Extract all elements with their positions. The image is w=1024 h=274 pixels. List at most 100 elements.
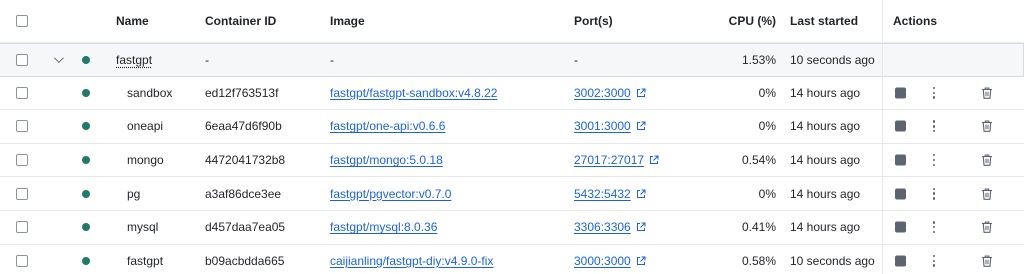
group-image: - — [330, 52, 334, 67]
container-id: ed12f763513f — [205, 85, 279, 100]
stop-icon[interactable] — [895, 120, 906, 132]
table-row[interactable]: sandbox ed12f763513f fastgpt/fastgpt-san… — [0, 76, 1024, 111]
select-all-checkbox[interactable] — [16, 0, 32, 42]
external-link-icon[interactable] — [636, 222, 646, 232]
container-name[interactable]: fastgpt — [127, 245, 207, 274]
row-actions — [882, 76, 1024, 110]
trash-icon[interactable] — [981, 187, 993, 200]
port-link[interactable]: 27017:27017 — [574, 144, 714, 177]
running-status-dot — [82, 77, 92, 110]
more-options-icon[interactable] — [932, 120, 936, 133]
table-header: Name Container ID Image Port(s) CPU (%) … — [0, 0, 1024, 43]
image-link[interactable]: caijianling/fastgpt-diy:v4.9.0-fix — [330, 245, 570, 274]
external-link-icon[interactable] — [649, 155, 659, 165]
last-started: 14 hours ago — [790, 153, 861, 168]
image-link[interactable]: fastgpt/mongo:5.0.18 — [330, 144, 570, 177]
container-id: 4472041732b8 — [205, 153, 286, 168]
table-row[interactable]: fastgpt b09acbdda665 caijianling/fastgpt… — [0, 244, 1024, 274]
row-checkbox[interactable] — [16, 77, 32, 110]
container-name[interactable]: mysql — [127, 211, 207, 244]
chevron-down-icon[interactable] — [50, 44, 64, 76]
external-link-icon[interactable] — [636, 256, 646, 266]
compose-group-row[interactable]: fastgpt - - - 1.53% 10 seconds ago — [0, 43, 1024, 77]
running-status-dot — [82, 177, 92, 210]
more-options-icon[interactable] — [932, 86, 936, 99]
trash-icon[interactable] — [981, 154, 993, 167]
row-checkbox[interactable] — [16, 245, 32, 274]
container-name[interactable]: mongo — [127, 144, 207, 177]
column-name[interactable]: Name — [116, 0, 196, 42]
column-last-started[interactable]: Last started — [790, 0, 880, 42]
trash-icon[interactable] — [981, 120, 993, 133]
column-ports[interactable]: Port(s) — [574, 0, 714, 42]
image-link[interactable]: fastgpt/mysql:8.0.36 — [330, 211, 570, 244]
row-checkbox[interactable] — [16, 110, 32, 143]
stop-icon[interactable] — [895, 87, 906, 99]
column-cpu[interactable]: CPU (%) — [712, 0, 776, 42]
group-container-id: - — [205, 52, 209, 67]
running-status-dot — [82, 110, 92, 143]
more-options-icon[interactable] — [932, 221, 936, 234]
trash-icon[interactable] — [981, 221, 993, 234]
running-status-dot — [82, 44, 92, 76]
more-options-icon[interactable] — [932, 254, 936, 267]
trash-icon[interactable] — [981, 86, 993, 99]
image-link[interactable]: fastgpt/pgvector:v0.7.0 — [330, 177, 570, 210]
table-row[interactable]: oneapi 6eaa47d6f90b fastgpt/one-api:v0.6… — [0, 110, 1024, 144]
cpu-usage: 0% — [758, 85, 776, 100]
row-checkbox[interactable] — [16, 211, 32, 244]
cpu-usage: 0% — [758, 186, 776, 201]
table-row[interactable]: mongo 4472041732b8 fastgpt/mongo:5.0.18 … — [0, 143, 1024, 178]
stop-icon[interactable] — [895, 255, 906, 267]
container-rows: sandbox ed12f763513f fastgpt/fastgpt-san… — [0, 76, 1024, 274]
running-status-dot — [82, 245, 92, 274]
row-actions — [882, 177, 1024, 210]
group-name[interactable]: fastgpt — [116, 44, 196, 76]
group-cpu: 1.53% — [741, 52, 776, 67]
container-id: d457daa7ea05 — [205, 220, 286, 235]
column-container-id[interactable]: Container ID — [205, 0, 320, 42]
last-started: 14 hours ago — [790, 186, 861, 201]
row-checkbox[interactable] — [16, 44, 32, 76]
group-ports: - — [574, 52, 578, 67]
image-link[interactable]: fastgpt/fastgpt-sandbox:v4.8.22 — [330, 77, 570, 110]
external-link-icon[interactable] — [636, 121, 646, 131]
column-image[interactable]: Image — [330, 0, 570, 42]
image-link[interactable]: fastgpt/one-api:v0.6.6 — [330, 110, 570, 143]
more-options-icon[interactable] — [932, 187, 936, 200]
running-status-dot — [82, 211, 92, 244]
row-actions — [882, 143, 1024, 177]
cpu-usage: 0.54% — [741, 153, 776, 168]
more-options-icon[interactable] — [932, 154, 936, 167]
cpu-usage: 0.41% — [741, 220, 776, 235]
stop-icon[interactable] — [895, 188, 906, 200]
stop-icon[interactable] — [895, 221, 906, 233]
port-link[interactable]: 3306:3306 — [574, 211, 714, 244]
last-started: 14 hours ago — [790, 85, 861, 100]
last-started: 14 hours ago — [790, 119, 861, 134]
group-actions — [882, 44, 1024, 76]
container-name[interactable]: sandbox — [127, 77, 207, 110]
container-id: a3af86dce3ee — [205, 186, 282, 201]
row-actions — [882, 110, 1024, 143]
table-row[interactable]: mysql d457daa7ea05 fastgpt/mysql:8.0.36 … — [0, 210, 1024, 245]
cpu-usage: 0% — [758, 119, 776, 134]
running-status-dot — [82, 144, 92, 177]
trash-icon[interactable] — [981, 254, 993, 267]
port-link[interactable]: 3002:3000 — [574, 77, 714, 110]
row-actions — [882, 210, 1024, 244]
container-name[interactable]: pg — [127, 177, 207, 210]
row-checkbox[interactable] — [16, 144, 32, 177]
external-link-icon[interactable] — [636, 88, 646, 98]
container-name[interactable]: oneapi — [127, 110, 207, 143]
table-row[interactable]: pg a3af86dce3ee fastgpt/pgvector:v0.7.0 … — [0, 177, 1024, 211]
external-link-icon[interactable] — [636, 189, 646, 199]
container-id: 6eaa47d6f90b — [205, 119, 282, 134]
port-link[interactable]: 3001:3000 — [574, 110, 714, 143]
row-checkbox[interactable] — [16, 177, 32, 210]
port-link[interactable]: 5432:5432 — [574, 177, 714, 210]
containers-table: Name Container ID Image Port(s) CPU (%) … — [0, 0, 1024, 274]
stop-icon[interactable] — [895, 154, 906, 166]
row-actions — [882, 244, 1024, 274]
port-link[interactable]: 3000:3000 — [574, 245, 714, 274]
